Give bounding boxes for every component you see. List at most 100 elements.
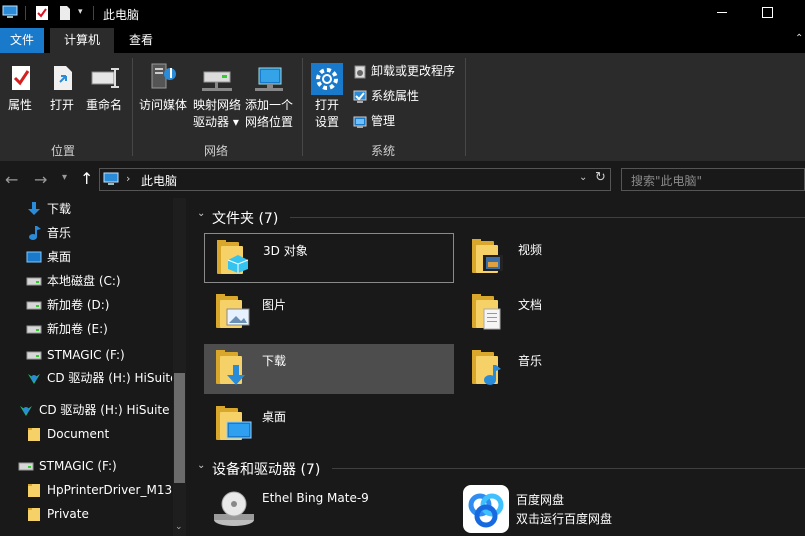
recent-locations-icon[interactable]: ▾	[62, 172, 67, 183]
3d-objects-icon	[227, 254, 249, 277]
nav-item[interactable]: 本地磁盘 (C:)	[26, 271, 172, 291]
devices-section-title[interactable]: 设备和驱动器 (7)	[212, 459, 320, 479]
group-label-network: 网络	[204, 144, 229, 158]
nav-item[interactable]: CD 驱动器 (H:) HiSuite	[18, 400, 172, 420]
folder-tile[interactable]: 图片	[204, 288, 454, 338]
nav-item[interactable]: 桌面	[26, 247, 172, 267]
tab-computer[interactable]: 计算机	[50, 28, 114, 53]
new-folder-quick-icon[interactable]	[59, 5, 71, 21]
scroll-down-icon[interactable]: ⌄	[175, 522, 183, 532]
access-media-label: 访问媒体	[139, 98, 188, 112]
documents-icon	[482, 308, 502, 333]
network-drive-icon	[200, 68, 234, 94]
open-settings-button[interactable]: 打开 设置	[306, 60, 348, 134]
tab-file-label: 文件	[9, 33, 34, 47]
system-properties-button[interactable]: 系统属性	[352, 88, 432, 106]
ribbon-divider	[132, 58, 133, 156]
maximize-button[interactable]	[745, 0, 790, 26]
properties-label: 属性	[8, 98, 33, 112]
folders-section-title[interactable]: 文件夹 (7)	[212, 208, 278, 228]
nav-item[interactable]: STMAGIC (F:)	[18, 456, 172, 476]
properties-button[interactable]: 属性	[4, 60, 38, 116]
pictures-icon	[226, 308, 250, 329]
nav-item-label: 本地磁盘 (C:)	[47, 274, 121, 288]
customize-quick-access-icon[interactable]: ▾	[78, 7, 83, 17]
section-divider	[290, 217, 805, 218]
address-box[interactable]: › 此电脑 ⌄ ↻	[99, 168, 611, 191]
open-icon	[51, 64, 75, 92]
folder-name: 下载	[262, 354, 287, 368]
properties-quick-icon[interactable]	[35, 5, 49, 21]
tab-view[interactable]: 查看	[116, 28, 166, 53]
device-tile[interactable]: Ethel Bing Mate-9	[206, 482, 454, 536]
nav-item[interactable]: Private	[26, 504, 172, 524]
search-input[interactable]: 搜索"此电脑"	[631, 172, 702, 189]
refresh-icon[interactable]: ↻	[595, 170, 606, 185]
drive-icon	[26, 321, 42, 339]
system-properties-label: 系统属性	[371, 89, 420, 103]
nav-item[interactable]: HpPrinterDriver_M13	[26, 480, 172, 500]
access-media-button[interactable]: 访问媒体	[136, 60, 192, 116]
folder-icon	[26, 506, 42, 524]
open-settings-label-1: 打开	[315, 98, 340, 112]
add-network-location-label-2: 网络位置	[245, 115, 294, 129]
drive-icon	[26, 273, 42, 291]
media-server-icon	[148, 62, 178, 92]
map-network-drive-button[interactable]: 映射网络 驱动器 ▾	[190, 60, 244, 134]
address-dropdown-icon[interactable]: ⌄	[579, 172, 587, 183]
back-arrow-icon[interactable]: ←	[5, 170, 18, 189]
breadcrumb-chevron-icon: ›	[126, 172, 131, 185]
music-note-icon	[26, 225, 42, 243]
hisuite-cd-icon	[26, 370, 42, 388]
nav-scrollbar-thumb[interactable]	[174, 373, 185, 483]
minimize-button[interactable]	[700, 0, 745, 26]
forward-arrow-icon[interactable]: →	[34, 170, 47, 189]
folder-tile[interactable]: 音乐	[460, 344, 710, 394]
devices-collapse-icon[interactable]: ⌄	[197, 460, 205, 471]
divider	[93, 6, 94, 20]
nav-item-label: 下载	[47, 202, 72, 216]
folder-name: 视频	[518, 243, 543, 257]
folder-tile[interactable]: 下载	[204, 344, 454, 394]
ribbon-expand-icon[interactable]: ⌃	[795, 33, 805, 47]
folder-tile[interactable]: 3D 对象	[204, 233, 454, 283]
nav-item[interactable]: 新加卷 (D:)	[26, 295, 172, 315]
window-title: 此电脑	[103, 8, 140, 22]
breadcrumb-this-pc[interactable]: 此电脑	[141, 172, 177, 189]
nav-item-label: 新加卷 (D:)	[47, 298, 110, 312]
computer-icon	[2, 5, 18, 19]
rename-button[interactable]: 重命名	[84, 60, 126, 116]
nav-item[interactable]: 下载	[26, 199, 172, 219]
nav-item[interactable]: STMAGIC (F:)	[26, 345, 172, 365]
folder-name: 图片	[262, 298, 287, 312]
settings-gear-icon	[311, 63, 343, 95]
nav-item-label: Private	[47, 507, 89, 521]
folder-tile[interactable]: 文档	[460, 288, 710, 338]
open-button[interactable]: 打开	[44, 60, 80, 116]
nav-item[interactable]: 新加卷 (E:)	[26, 319, 172, 339]
device-tile[interactable]: 百度网盘 双击运行百度网盘	[460, 482, 708, 536]
hisuite-cd-icon	[18, 402, 34, 420]
drive-icon	[26, 347, 42, 365]
folder-name: 文档	[518, 298, 543, 312]
manage-button[interactable]: 管理	[352, 113, 402, 131]
ribbon-divider	[465, 58, 466, 156]
map-network-drive-label-2: 驱动器 ▾	[193, 115, 239, 129]
device-name: 百度网盘	[516, 493, 565, 507]
manage-label: 管理	[371, 114, 396, 128]
search-box[interactable]: 搜索"此电脑"	[621, 168, 805, 191]
uninstall-program-button[interactable]: 卸载或更改程序	[352, 63, 462, 81]
nav-item[interactable]: CD 驱动器 (H:) HiSuite	[26, 368, 172, 388]
folder-tile[interactable]: 桌面	[204, 400, 454, 450]
add-network-location-button[interactable]: 添加一个 网络位置	[243, 60, 299, 134]
nav-scrollbar[interactable]	[173, 198, 186, 536]
tab-file[interactable]: 文件	[0, 28, 44, 53]
folder-icon	[26, 426, 42, 444]
tab-view-label: 查看	[128, 33, 153, 47]
music-note-icon	[482, 364, 502, 389]
up-arrow-icon[interactable]: ↑	[80, 169, 93, 188]
nav-item[interactable]: 音乐	[26, 223, 172, 243]
nav-item[interactable]: Document	[26, 424, 172, 444]
folder-tile[interactable]: 视频	[460, 233, 710, 283]
folders-collapse-icon[interactable]: ⌄	[197, 208, 205, 219]
